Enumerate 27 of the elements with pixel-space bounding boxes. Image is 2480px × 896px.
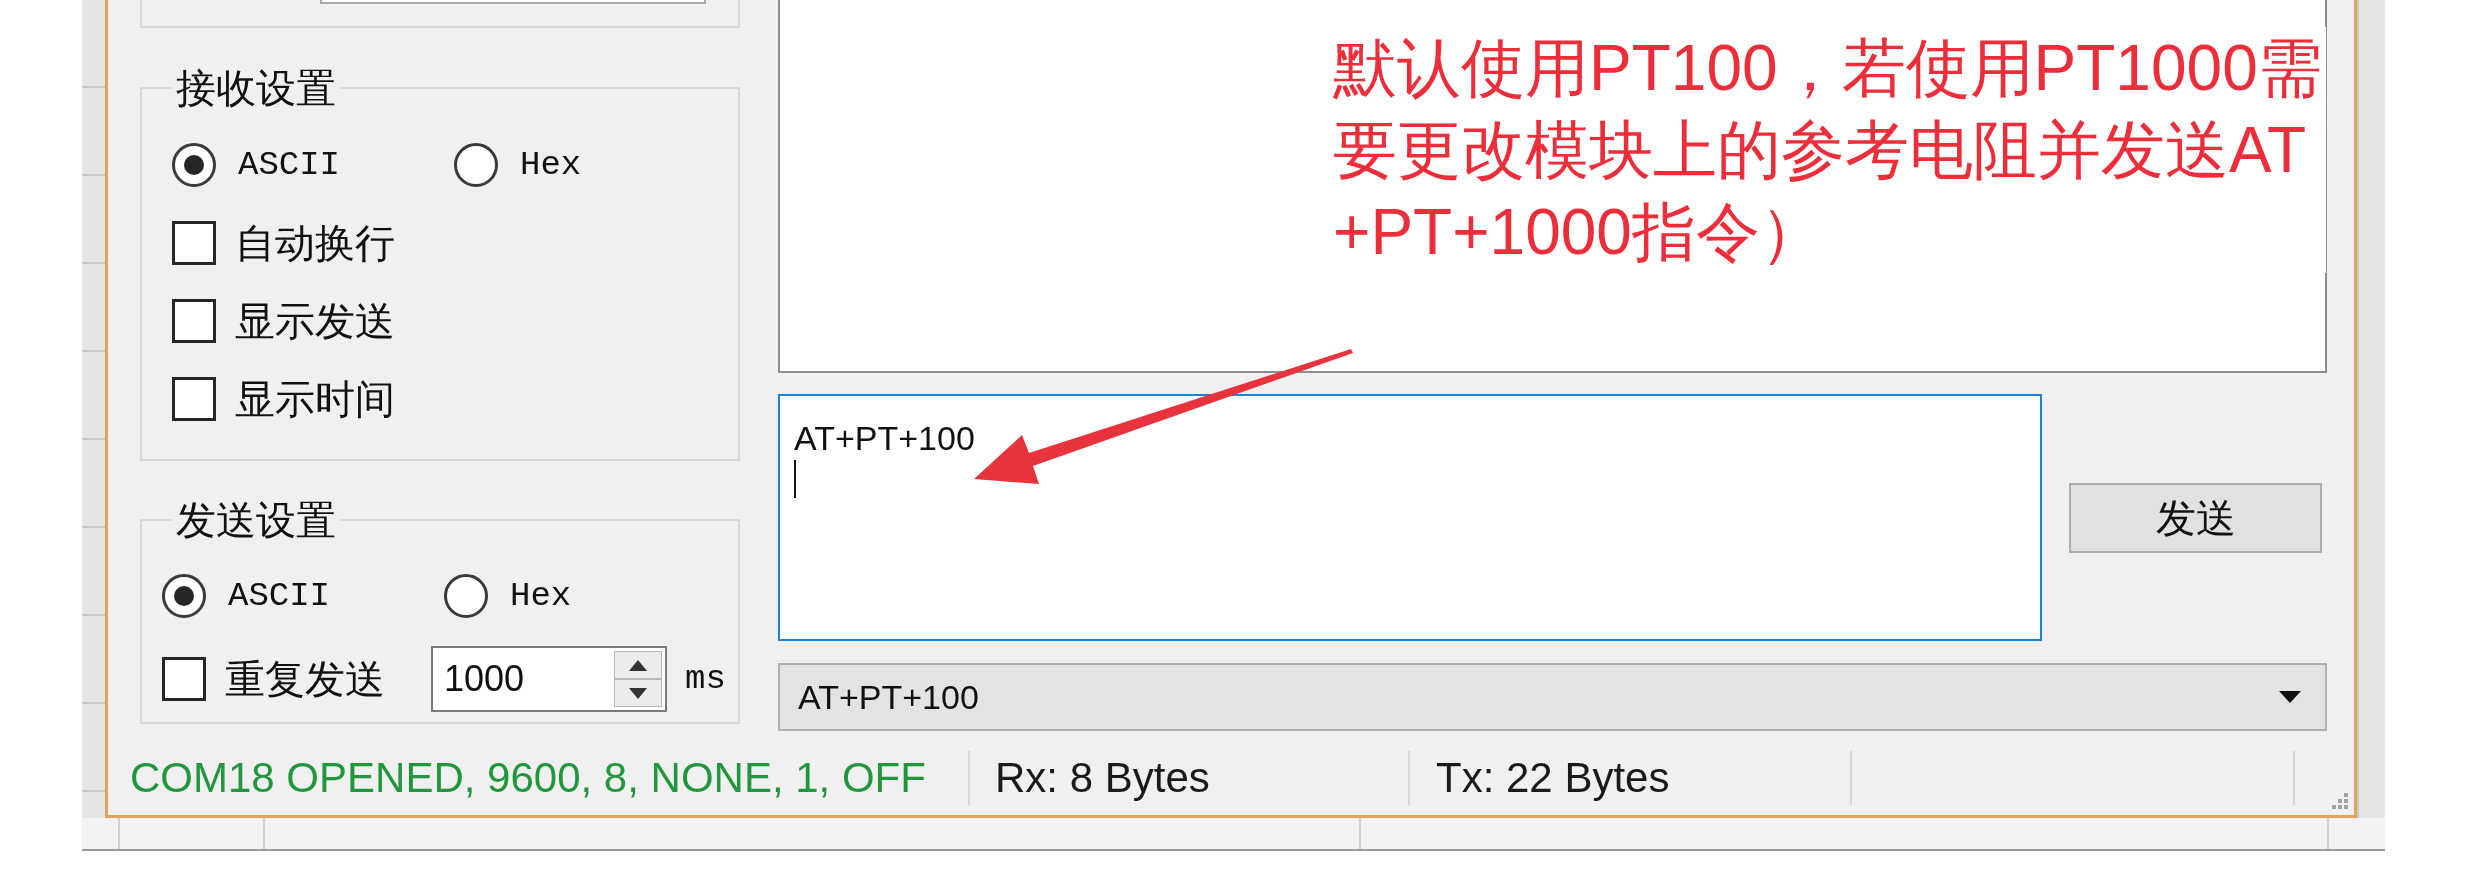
send-input-field[interactable]: AT+PT+100 — [778, 394, 2042, 641]
checkbox-option[interactable]: 显示时间 — [172, 377, 738, 421]
transmit-count: Tx: 22 Bytes — [1436, 752, 1670, 803]
receive-text-area[interactable]: 默认使用PT100，若使用PT1000需 要更改模块上的参考电阻并发送AT +PT+1000指令） — [778, 0, 2327, 373]
radio-option[interactable]: ASCII — [162, 574, 444, 618]
triangle-up-icon — [629, 659, 647, 671]
radio-option[interactable]: Hex — [454, 143, 582, 187]
caret-down-icon — [2279, 691, 2301, 703]
checkbox-option[interactable]: 自动换行 — [172, 221, 738, 265]
connection-status: COM18 OPENED, 9600, 8, NONE, 1, OFF — [130, 752, 926, 803]
receive-count: Rx: 8 Bytes — [995, 752, 1210, 803]
annotation-text: 默认使用PT100，若使用PT1000需 要更改模块上的参考电阻并发送AT +PT+1000指令） — [1333, 27, 2326, 273]
checkbox-option[interactable]: 显示发送 — [172, 299, 738, 343]
spin-down-button[interactable] — [614, 679, 662, 707]
text-cursor-icon — [794, 460, 796, 498]
radio-option[interactable]: Hex — [444, 574, 572, 618]
unit-label: ms — [685, 658, 726, 700]
group-title: 接收设置 — [175, 65, 337, 111]
triangle-down-icon — [629, 687, 647, 699]
group-title: 发送设置 — [175, 497, 337, 543]
interval-spin-box[interactable]: 1000 — [431, 646, 667, 712]
resize-grip-icon — [2332, 793, 2348, 809]
history-dropdown[interactable]: AT+PT+100 — [778, 663, 2327, 731]
checkbox-option[interactable]: 重复发送 — [162, 657, 385, 701]
spin-up-button[interactable] — [614, 651, 662, 679]
send-button[interactable]: 发送 — [2069, 482, 2322, 553]
radio-option[interactable]: ASCII — [172, 143, 454, 187]
